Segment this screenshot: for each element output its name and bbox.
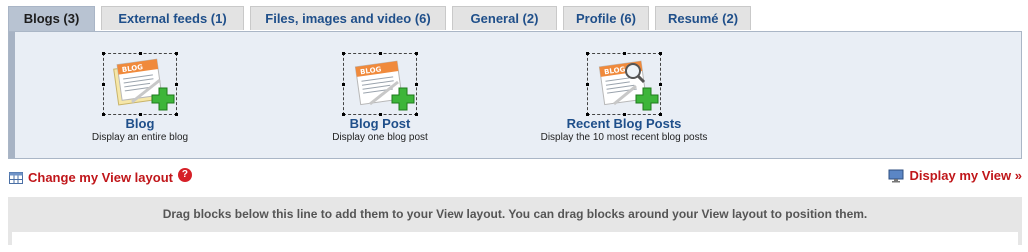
- help-icon[interactable]: ?: [177, 167, 192, 182]
- add-plus-icon: [151, 87, 175, 111]
- block-blog-post-thumbnail[interactable]: BLOG: [342, 52, 418, 116]
- block-title[interactable]: Recent Blog Posts: [529, 116, 719, 131]
- block-recent-blog-posts-thumbnail[interactable]: BLOG: [586, 52, 662, 116]
- tab-resume[interactable]: Resumé (2): [655, 6, 751, 30]
- block-description: Display an entire blog: [91, 132, 189, 143]
- magnifier-icon: [625, 63, 646, 84]
- monitor-icon: [888, 169, 903, 182]
- change-layout-label[interactable]: Change my View layout: [28, 170, 173, 185]
- tab-blogs[interactable]: Blogs (3): [8, 6, 95, 32]
- block-description: Display one blog post: [332, 132, 428, 143]
- add-plus-icon: [635, 87, 659, 111]
- table-layout-icon: [9, 171, 23, 184]
- block-recent-blog-posts[interactable]: BLOG Recent Blog Posts Display the 10 mo…: [529, 52, 719, 143]
- tab-profile[interactable]: Profile (6): [563, 6, 649, 30]
- block-category-tabs: Blogs (3) External feeds (1) Files, imag…: [8, 6, 757, 32]
- display-view-label[interactable]: Display my View »: [910, 168, 1023, 183]
- tab-general[interactable]: General (2): [452, 6, 557, 30]
- tab-files-images-video[interactable]: Files, images and video (6): [250, 6, 446, 30]
- block-description: Display the 10 most recent blog posts: [540, 132, 708, 143]
- block-title[interactable]: Blog: [85, 116, 195, 131]
- display-view-link[interactable]: Display my View »: [888, 168, 1023, 183]
- block-blog-thumbnail[interactable]: BLOG: [102, 52, 178, 116]
- layout-canvas[interactable]: [12, 232, 1018, 252]
- block-blog[interactable]: BLOG Blog Display an entire blog: [85, 52, 195, 143]
- block-blog-post[interactable]: BLOG Blog Post Display one blog post: [325, 52, 435, 143]
- layout-drop-area[interactable]: Drag blocks below this line to add them …: [8, 197, 1022, 252]
- drop-instruction: Drag blocks below this line to add them …: [162, 207, 868, 221]
- tab-external-feeds[interactable]: External feeds (1): [101, 6, 244, 30]
- blocks-panel: BLOG Blog Display an entire blog BLOG Bl…: [8, 31, 1022, 159]
- block-title[interactable]: Blog Post: [325, 116, 435, 131]
- add-plus-icon: [391, 87, 415, 111]
- change-layout-link[interactable]: Change my View layout ?: [9, 167, 192, 185]
